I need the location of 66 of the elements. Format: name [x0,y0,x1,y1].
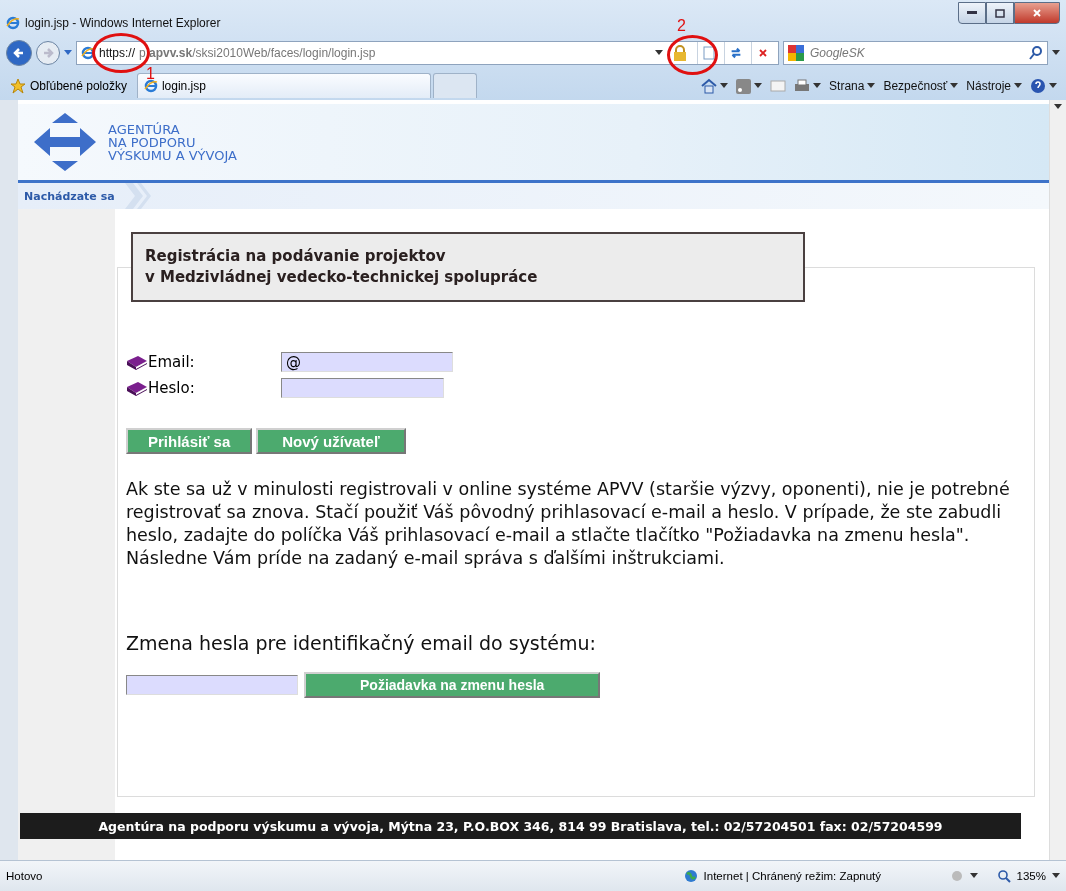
logo-text: AGENTÚRA [108,122,181,136]
zoom-level[interactable]: 135% [1016,870,1046,882]
status-text: Hotovo [6,870,43,882]
maximize-button[interactable] [986,2,1014,24]
command-menu[interactable]: Bezpečnosť [880,74,962,98]
close-button[interactable] [1014,2,1060,24]
caret-icon[interactable] [950,83,959,89]
search-engine-icon [788,45,804,61]
search-field[interactable]: GoogleSK [783,41,1048,65]
home-icon[interactable] [701,78,718,94]
close-icon [1031,7,1043,19]
forward-button[interactable] [36,41,60,65]
input-field[interactable] [281,378,444,398]
browser-icon [143,79,158,93]
caret-icon[interactable] [1014,83,1022,89]
globe-icon [683,869,698,883]
annotation-number: 2 [677,18,686,34]
search-icon[interactable] [1029,46,1043,60]
print-icon[interactable] [794,79,811,93]
favorites-button[interactable]: Obľúbené položky [6,74,135,98]
caret-icon[interactable] [969,873,978,879]
book-icon [126,355,148,371]
book-icon [126,381,148,397]
stop-icon [757,47,769,59]
breadcrumb: Nachádzate sa [23,189,116,203]
footer-text: Agentúra na podporu výskumu a vývoja, Mýtna 23, P.O.BOX 346, 814 99 Bratislava, tel.: 02/57204501 fax: 02/57204599 [20,813,1021,839]
window-title: login.jsp - Windows Internet Explorer [25,16,221,30]
info-paragraph: Ak ste sa už v minulosti registrovali v online systéme APVV (staršie výzvy, oponenti), nie je potrebné registrovať sa znova. Stačí použiť Váš pôvodný prihlasovací e-mail a heslo. V prípade, že ste zabudli heslo, zadajte do políčka Váš prihlasovací e-mail a stlačte tlačítko "Požiadavka na zmenu hesla". Následne Vám príde na zadaný e-mail správa s ďalšími inštrukciami. [126,478,1011,570]
logo-text: VÝSKUMU A VÝVOJA [108,148,237,162]
browser-icon [6,16,20,30]
caret-icon[interactable] [1052,50,1060,56]
input-field[interactable]: @ [281,352,453,372]
help-icon[interactable] [1030,78,1046,94]
lock-icon[interactable] [673,45,687,61]
page-icon [703,46,715,60]
caret-icon[interactable] [655,50,663,56]
caret-icon[interactable] [1049,83,1057,89]
command-menu[interactable]: Strana [826,74,879,98]
caret-icon[interactable] [754,83,763,89]
security-zone[interactable]: Internet | Chránený režim: Zapnutý [703,870,944,882]
scrollbar[interactable] [1049,100,1066,860]
logo-text: NA PODPORU [108,135,196,149]
maximize-icon [995,8,1005,18]
caret-icon[interactable] [1054,104,1062,110]
field-label: Email: [148,353,195,371]
caret-icon[interactable] [867,83,876,89]
heading-text: v Medzivládnej vedecko-technickej spolupráce [145,267,539,288]
refresh-icon [729,46,743,60]
caret-icon[interactable] [813,83,822,89]
command-menu[interactable]: Nástroje [963,74,1025,98]
logo-icon[interactable] [32,111,98,173]
caret-icon[interactable] [1052,873,1060,879]
browser-icon [81,46,95,60]
minimize-button[interactable] [958,2,986,24]
caret-icon[interactable] [720,83,729,89]
reset-title: Zmena hesla pre identifikačný email do systému: [126,632,597,654]
zoom-icon [997,869,1011,883]
back-button[interactable] [6,40,32,66]
input-field[interactable] [126,675,298,695]
url-scheme: https:// [99,46,136,60]
field-label: Heslo: [148,379,195,397]
chevron-icon [122,183,153,209]
annotation-circle [667,35,718,75]
minimize-icon [967,11,977,15]
star-icon [10,78,26,94]
heading-text: Registrácia na podávanie projektov [145,246,447,267]
